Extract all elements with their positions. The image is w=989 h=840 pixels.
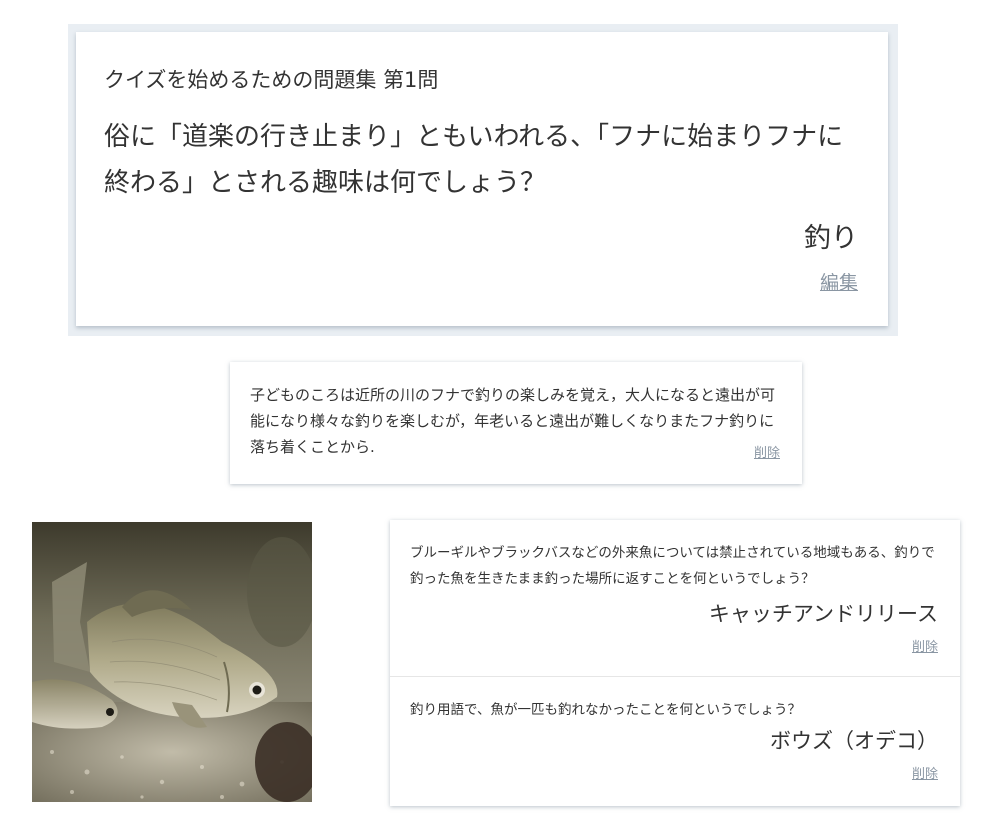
- edit-link[interactable]: 編集: [820, 268, 858, 295]
- quiz-question: 俗に「道楽の行き止まり」ともいわれる、「フナに始まりフナに終わる」とされる趣味は…: [104, 122, 844, 198]
- explanation-card: 子どものころは近所の川のフナで釣りの楽しみを覚え，大人になると遠出が可能になり様…: [230, 362, 802, 484]
- explanation-text: 子どものころは近所の川のフナで釣りの楽しみを覚え，大人になると遠出が可能になり様…: [250, 386, 776, 456]
- related-question-text: ブルーギルやブラックバスなどの外来魚については禁止されている地域もある、釣りで釣…: [410, 545, 935, 587]
- related-question-item: 釣り用語で、魚が一匹も釣れなかったことを何というでしょう？ ボウズ（オデコ） 削…: [390, 677, 960, 806]
- quiz-card: クイズを始めるための問題集 第1問 俗に「道楽の行き止まり」ともいわれる、「フナ…: [76, 32, 888, 326]
- fish-photo-image: [32, 522, 312, 802]
- related-answer: ボウズ（オデコ）: [770, 729, 938, 753]
- related-questions-card: ブルーギルやブラックバスなどの外来魚については禁止されている地域もある、釣りで釣…: [390, 520, 960, 806]
- related-question-text: 釣り用語で、魚が一匹も釣れなかったことを何というでしょう？: [410, 702, 801, 718]
- fish-photo: [32, 522, 312, 802]
- quiz-set-label: クイズを始めるための問題集 第1問: [104, 68, 439, 92]
- related-answer: キャッチアンドリリース: [708, 602, 938, 626]
- explanation-delete-link[interactable]: 削除: [754, 442, 780, 461]
- related-question-item: ブルーギルやブラックバスなどの外来魚については禁止されている地域もある、釣りで釣…: [390, 520, 960, 677]
- related-delete-link[interactable]: 削除: [912, 636, 938, 655]
- related-delete-link[interactable]: 削除: [912, 763, 938, 782]
- quiz-answer: 釣り: [804, 223, 858, 254]
